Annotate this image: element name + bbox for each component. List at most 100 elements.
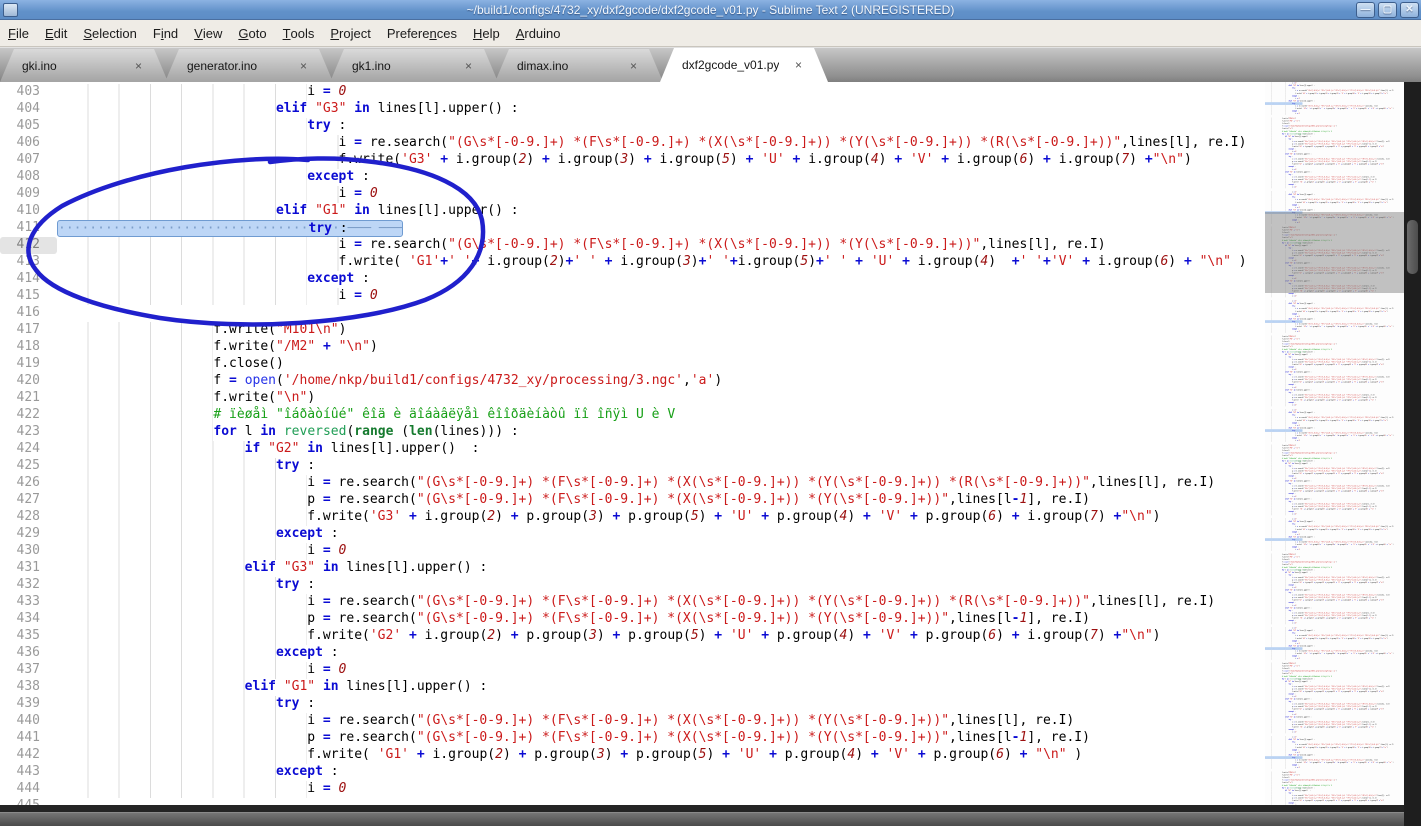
maximize-button[interactable]: ▢ — [1378, 2, 1397, 18]
code-line[interactable]: p = re.search("(G\s*[-0-9.]+) *(F\s*[-0-… — [57, 730, 1405, 747]
tab-dxf2gcode_v01.py[interactable]: dxf2gcode_v01.py × — [660, 48, 828, 82]
line-number: 427 — [16, 492, 40, 507]
minimap-code-strip: i = 0 elif "G3" in lines[l].upper() : try … — [1265, 82, 1404, 191]
code-line[interactable]: except : — [57, 764, 1405, 781]
code-line[interactable]: except : — [57, 645, 1405, 662]
line-number: 440 — [16, 713, 40, 728]
minimap-viewport[interactable] — [1265, 212, 1404, 293]
vertical-scrollbar-thumb[interactable] — [1407, 220, 1418, 274]
code-content[interactable]: i = 0 elif "G3" in lines[l].upper() : try … — [57, 84, 1405, 805]
line-number: 423 — [16, 424, 40, 439]
code-line[interactable]: # ïèøåì "îáðàòíûé" êîä è äîáàâëÿåì êîîðä… — [57, 407, 1405, 424]
code-line[interactable] — [57, 305, 1405, 322]
menu-item-find[interactable]: Fi nd — [145, 20, 186, 46]
line-number: 415 — [16, 288, 40, 303]
code-line[interactable]: elif "G3" in lines[l].upper() : — [57, 101, 1405, 118]
code-line[interactable]: f.write("/M2" + "\n") — [57, 339, 1405, 356]
code-line[interactable]: i = re.search("(G\s*[-0-9.]+) *(F\s*[-0-… — [57, 594, 1405, 611]
line-number: 434 — [16, 611, 40, 626]
code-line[interactable]: elif "G1" in lines[l].upper() : — [57, 679, 1405, 696]
code-line[interactable]: i = 0 — [57, 84, 1405, 101]
code-line[interactable]: i = re.search("(G\s*[-0-9.]+) *(F\s*[-0-… — [57, 135, 1405, 152]
code-line[interactable]: i = 0 — [57, 186, 1405, 203]
code-line[interactable]: f.write('G3' + i.group(2) + p.group(3) +… — [57, 509, 1405, 526]
code-line[interactable]: f.write("\n") — [57, 390, 1405, 407]
code-line[interactable]: if "G2" in lines[l].upper() : — [57, 441, 1405, 458]
menu-item-goto[interactable]: Goto — [230, 20, 274, 46]
code-line[interactable] — [57, 798, 1405, 805]
code-line[interactable]: i = 0 — [57, 781, 1405, 798]
code-line[interactable]: i = re.search("(G\s*[-0-9.]+) *(F\s*[-0-… — [57, 237, 1405, 254]
tab-close-icon[interactable]: × — [630, 59, 637, 73]
code-line[interactable]: i = 0 — [57, 288, 1405, 305]
tab-dimax.ino[interactable]: dimax.ino × — [495, 49, 663, 82]
code-line[interactable]: elif "G1" in lines[l].upper() : — [57, 203, 1405, 220]
tab-close-icon[interactable]: × — [795, 58, 802, 72]
menu-item-preferences[interactable]: Prefere n ces — [379, 20, 465, 46]
menu-item-view[interactable]: View — [186, 20, 230, 46]
minimize-button[interactable]: — — [1356, 2, 1375, 18]
line-number: 404 — [16, 101, 40, 116]
menu-item-tools[interactable]: Tools — [275, 20, 323, 46]
code-line[interactable]: try : — [57, 696, 1405, 713]
vertical-scrollbar[interactable] — [1404, 82, 1421, 826]
code-line[interactable]: p = re.search("(G\s*[-0-9.]+) *(F\s*[-0-… — [57, 611, 1405, 628]
code-line[interactable]: for l in reversed(range (len(lines))) : — [57, 424, 1405, 441]
tab-close-icon[interactable]: × — [465, 59, 472, 73]
code-line[interactable]: f.write('G2' + i.group(2) + p.group(3) +… — [57, 628, 1405, 645]
code-line[interactable]: f.close() — [57, 356, 1405, 373]
code-line[interactable]: f.write( 'G1'+' '+ i.group(2)+' ' + i.gr… — [57, 254, 1405, 271]
code-line[interactable]: p = re.search("(G\s*[-0-9.]+) *(F\s*[-0-… — [57, 492, 1405, 509]
line-number: 416 — [16, 305, 40, 320]
tab-close-icon[interactable]: × — [135, 59, 142, 73]
menu-item-selection[interactable]: Selection — [75, 20, 144, 46]
horizontal-scrollbar-track[interactable] — [0, 805, 1421, 812]
code-line[interactable]: try : — [57, 118, 1405, 135]
code-line[interactable]: i = 0 — [57, 543, 1405, 560]
line-number: 439 — [16, 696, 40, 711]
menu-item-project[interactable]: Project — [322, 20, 378, 46]
minimap-code-strip: i = 0 elif "G3" in lines[l].upper() : try … — [1265, 627, 1404, 736]
code-line[interactable]: i = 0 — [57, 662, 1405, 679]
minimap[interactable]: i = 0 elif "G3" in lines[l].upper() : try … — [1265, 82, 1404, 805]
line-number: 441 — [16, 730, 40, 745]
line-number: 413 — [16, 254, 40, 269]
line-number: 414 — [16, 271, 40, 286]
code-line[interactable]: f.write("M101\n") — [57, 322, 1405, 339]
app-icon — [3, 2, 18, 17]
line-number: 417 — [16, 322, 40, 337]
line-number: 410 — [16, 203, 40, 218]
code-line[interactable]: elif "G3" in lines[l].upper() : — [57, 560, 1405, 577]
code-line[interactable]: i = re.search("(G\s*[-0-9.]+) *(F\s*[-0-… — [57, 475, 1405, 492]
menu-item-file[interactable]: File — [0, 20, 37, 46]
line-number: 430 — [16, 543, 40, 558]
code-line[interactable]: i = re.search("(G\s*[-0-9.]+) *(F\s*[-0-… — [57, 713, 1405, 730]
code-line[interactable]: except : — [57, 169, 1405, 186]
line-number: 403 — [16, 84, 40, 99]
line-number: 422 — [16, 407, 40, 422]
menu-item-arduino[interactable]: Arduino — [508, 20, 569, 46]
tab-gk1.ino[interactable]: gk1.ino × — [330, 49, 498, 82]
tab-close-icon[interactable]: × — [300, 59, 307, 73]
code-line[interactable]: except : — [57, 526, 1405, 543]
close-button[interactable]: ✕ — [1400, 2, 1419, 18]
menu-item-help[interactable]: Help — [465, 20, 508, 46]
code-line[interactable]: try : — [57, 577, 1405, 594]
code-line-selected[interactable]: ································try·:───… — [57, 220, 1405, 237]
line-number: 437 — [16, 662, 40, 677]
title-bar: ~/build1/configs/4732_xy/dxf2gcode/dxf2g… — [0, 0, 1421, 20]
status-bar — [0, 812, 1421, 826]
tab-label: gk1.ino — [352, 58, 391, 73]
menu-item-edit[interactable]: Edit — [37, 20, 75, 46]
line-number: 433 — [16, 594, 40, 609]
code-line[interactable]: f = open('/home/nkp/build1/configs/4732_… — [57, 373, 1405, 390]
line-number: 411 — [16, 220, 40, 235]
code-line[interactable]: try : — [57, 458, 1405, 475]
code-line[interactable]: except : — [57, 271, 1405, 288]
code-line[interactable]: f.write( 'G1' + i.group(2) + p.group(3) … — [57, 747, 1405, 764]
line-number: 438 — [16, 679, 40, 694]
tab-gki.ino[interactable]: gki.ino × — [0, 49, 168, 82]
editor-area[interactable]: 403 404 405 406 407 408 409 410 411 412 413 414 415 4… — [0, 82, 1421, 805]
tab-generator.ino[interactable]: generator.ino × — [165, 49, 333, 82]
code-line[interactable]: f.write('G3' + i.group(2) + i.group(3) +… — [57, 152, 1405, 169]
